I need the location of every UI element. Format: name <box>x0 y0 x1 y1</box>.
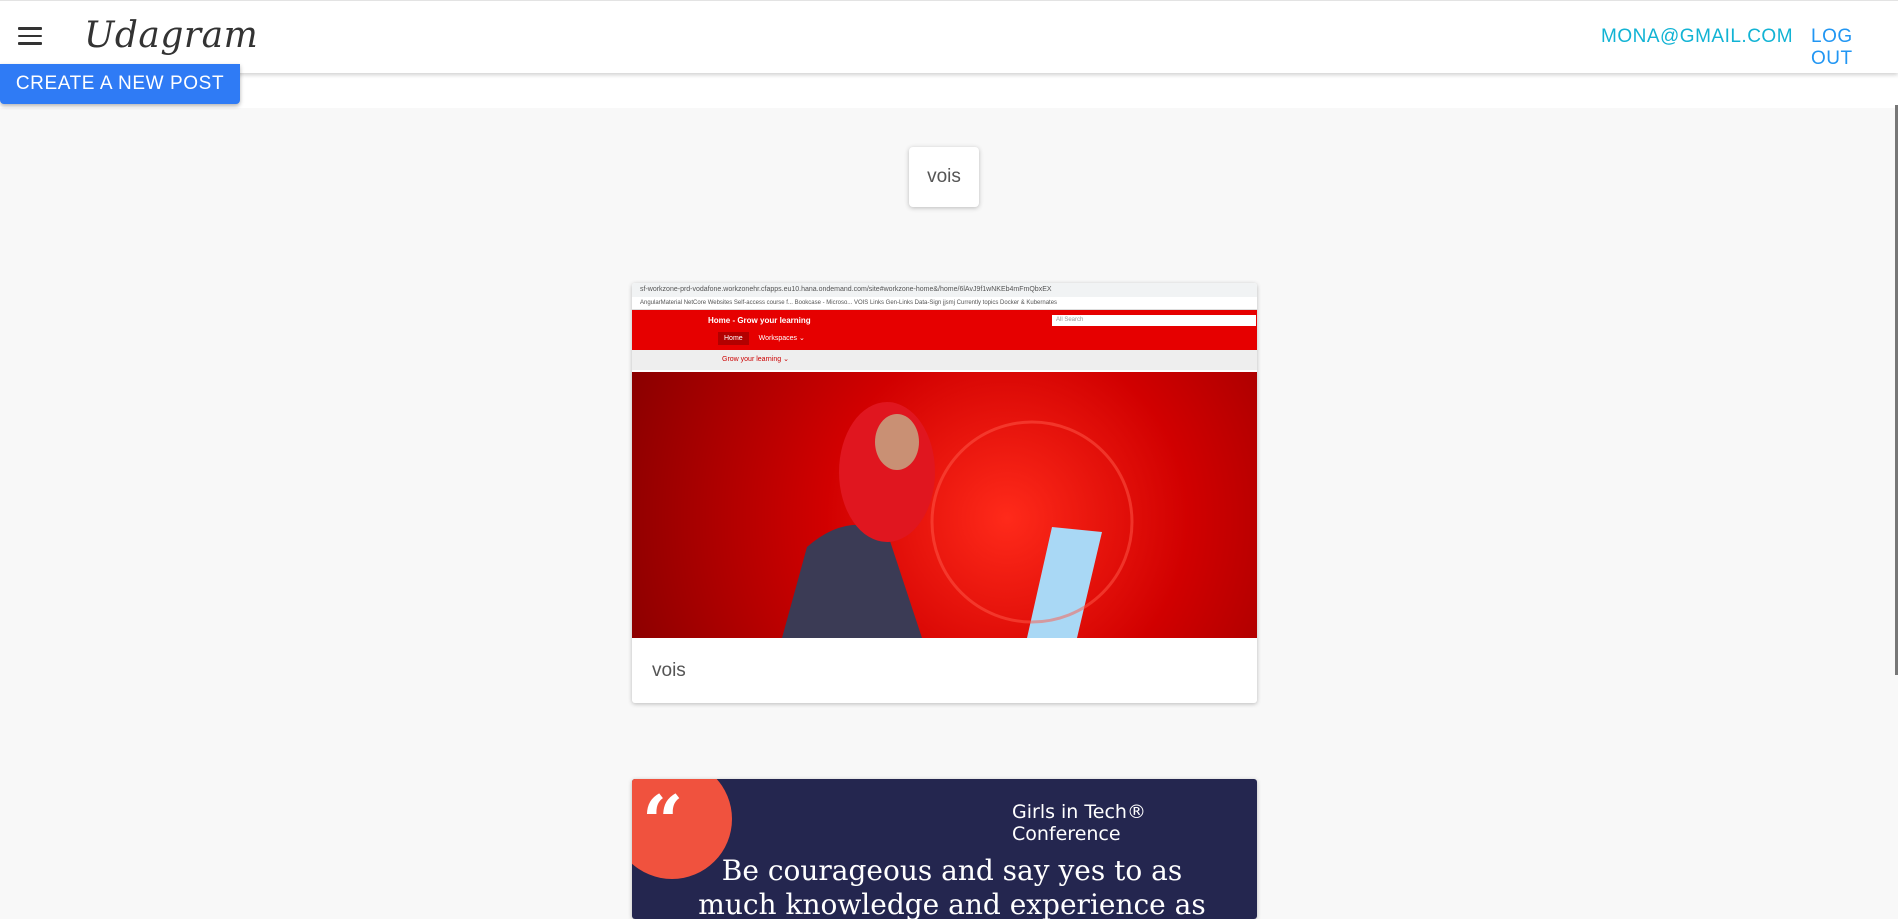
post-image: “ Girls in Tech® Conference Be courageou… <box>632 779 1257 919</box>
image-tab-workspaces: Workspaces ⌄ <box>758 335 805 342</box>
quote-icon: “ <box>642 779 684 864</box>
action-bar <box>0 72 1898 108</box>
brand-logo[interactable]: Udagram <box>84 15 258 56</box>
create-post-button[interactable]: CREATE A NEW POST <box>0 64 240 104</box>
image-url-bar: sf-workzone-prd-vodafone.workzonehr.cfap… <box>632 283 1257 297</box>
conference-badge: Girls in Tech® Conference <box>1012 801 1146 845</box>
swirl-shape <box>930 420 1134 624</box>
post-image: sf-workzone-prd-vodafone.workzonehr.cfap… <box>632 283 1257 638</box>
image-site-title: Home - Grow your learning <box>708 316 811 325</box>
quote-text: Be courageous and say yes to as much kno… <box>698 854 1206 919</box>
top-toolbar: Udagram MONA@GMAIL.COM LOG OUT <box>0 0 1898 73</box>
image-tab-home: Home <box>718 332 749 345</box>
image-site-header: Home - Grow your learning All Search Hom… <box>632 310 1257 350</box>
user-email-link[interactable]: MONA@GMAIL.COM <box>1601 26 1793 48</box>
image-subnav: Grow your learning ⌄ <box>632 350 1257 370</box>
post-card: “ Girls in Tech® Conference Be courageou… <box>632 779 1257 919</box>
image-search-scope: All <box>1056 317 1063 323</box>
person-shirt-shape <box>782 524 922 638</box>
image-tabs: Home Workspaces ⌄ <box>718 332 805 345</box>
logout-link[interactable]: LOG OUT <box>1811 26 1898 70</box>
image-bookmarks: AngularMaterial NetCore Websites Self-ac… <box>632 297 1257 310</box>
image-hero-photo <box>632 372 1257 638</box>
image-search-placeholder: Search <box>1064 317 1084 323</box>
post-card: sf-workzone-prd-vodafone.workzonehr.cfap… <box>632 283 1257 703</box>
hamburger-menu-icon[interactable] <box>18 27 42 47</box>
person-face-shape <box>875 414 919 470</box>
image-search-box: All Search <box>1052 315 1256 326</box>
post-caption: vois <box>652 660 686 681</box>
filter-chip[interactable]: vois <box>909 147 979 207</box>
hero-illustration <box>782 402 1134 638</box>
